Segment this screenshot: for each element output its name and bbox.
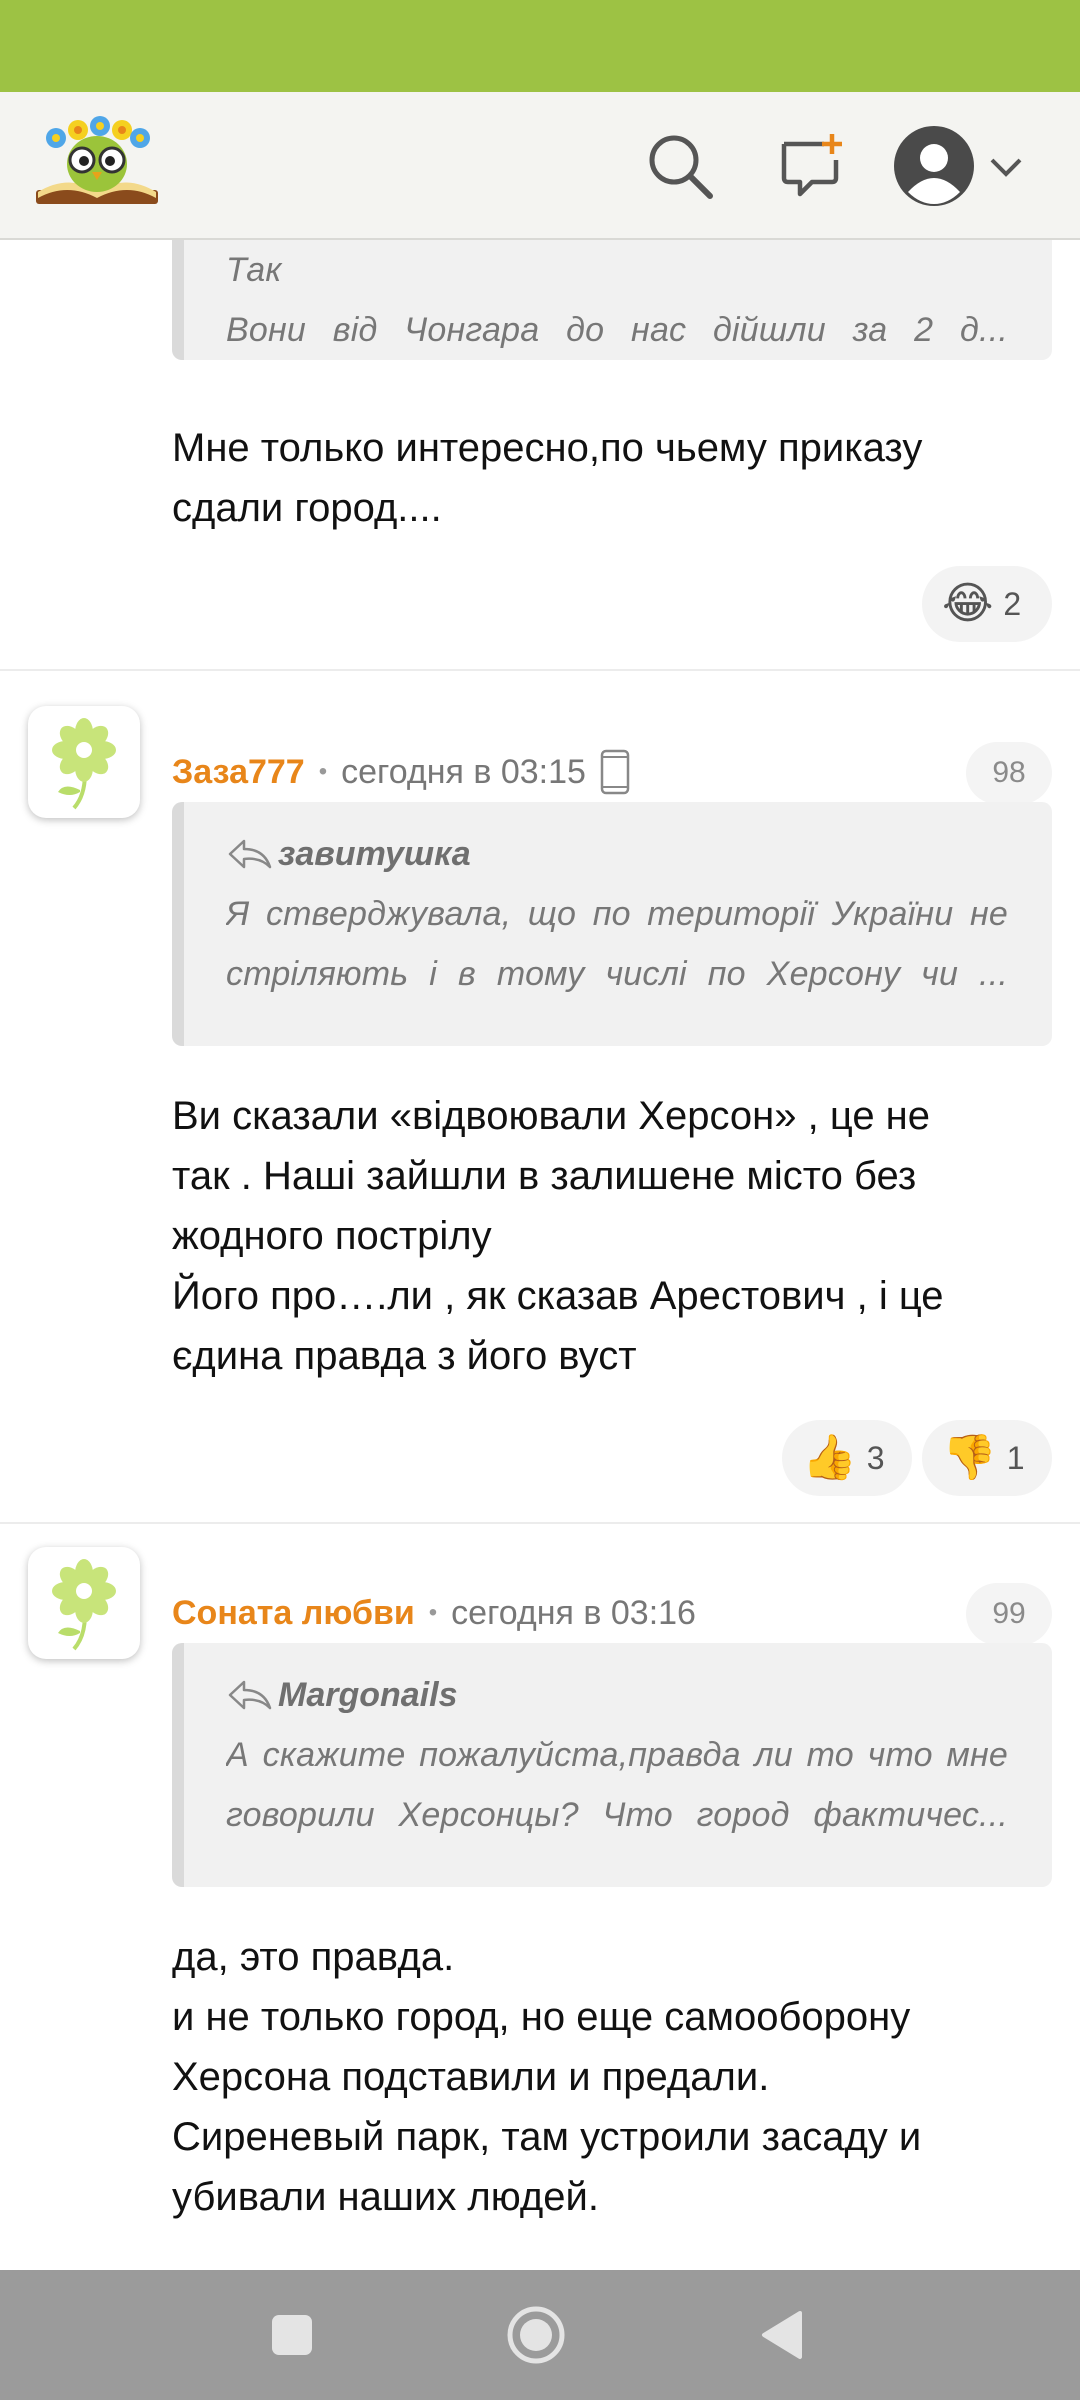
comment-quote: Так Вони від Чонгара до нас дійшли за 2 …	[172, 240, 1052, 360]
quote-line: говорили Херсонцы? Что город фактичес...	[226, 1796, 1008, 1834]
comment-text: Мне только интересно,по чьему приказу сд…	[172, 426, 923, 530]
reaction-count: 1	[1006, 1439, 1025, 1476]
comment-divider	[0, 669, 1080, 671]
avatar[interactable]	[28, 1547, 140, 1659]
quote-line: стріляють і в тому числі по Херсону чи .…	[226, 955, 1008, 993]
square-icon[interactable]	[252, 2295, 332, 2375]
mobile-phone-icon	[600, 749, 630, 795]
reaction-count: 3	[866, 1439, 885, 1476]
quote-line: Я стверджувала, що по території України …	[226, 895, 1008, 933]
comment-time: сегодня в 03:16	[451, 1593, 696, 1632]
quote-line: Так	[226, 251, 282, 289]
quote-author: завитушка	[226, 824, 1008, 884]
reply-arrow-icon	[228, 1680, 272, 1710]
comment-author[interactable]: Заза777	[172, 753, 305, 792]
comment-number-badge[interactable]: 98	[966, 742, 1052, 804]
comment-author[interactable]: Соната любви	[172, 1594, 415, 1633]
quote-line: Вони від Чонгара до нас дійшли за 2 д...	[226, 311, 1008, 349]
circle-icon[interactable]	[496, 2295, 576, 2375]
meta-separator: •	[428, 1599, 438, 1626]
dislike-reaction[interactable]: 👎 1	[922, 1420, 1052, 1496]
system-nav-bar	[0, 2270, 1080, 2400]
new-message-icon[interactable]	[768, 122, 856, 210]
profile-menu-button[interactable]	[892, 122, 1042, 210]
quote-text: Я стверджувала, що по території України …	[226, 884, 1008, 1004]
thumbs-up-icon: 👍	[802, 1433, 857, 1482]
flower-avatar-icon	[52, 718, 116, 810]
chevron-down-icon	[990, 158, 1022, 177]
triangle-back-icon[interactable]	[742, 2295, 822, 2375]
quote-author-name: Margonails	[278, 1675, 458, 1714]
comment-text: Ви сказали «відвоювали Херсон» , це не т…	[172, 1094, 944, 1378]
meta-separator: •	[318, 758, 328, 785]
laughing-face-icon: 😂	[942, 579, 994, 628]
comment-quote[interactable]: завитушка Я стверджувала, що по територі…	[172, 802, 1052, 1046]
comment-time: сегодня в 03:15	[341, 752, 586, 791]
quote-author: Margonails	[226, 1665, 1008, 1725]
quote-line: А скажите пожалуйста,правда ли то что мн…	[226, 1736, 1008, 1774]
like-reaction[interactable]: 👍 3	[782, 1420, 912, 1496]
owl-book-logo-icon[interactable]	[32, 108, 162, 220]
comment-text: да, это правда. и не только город, но ещ…	[172, 1935, 922, 2219]
user-avatar-icon	[894, 126, 974, 206]
laughing-reaction[interactable]: 😂 2	[922, 566, 1052, 642]
comment-meta: Заза777 • сегодня в 03:15	[172, 742, 630, 802]
reply-arrow-icon	[228, 839, 272, 869]
thumbs-down-icon: 👎	[942, 1433, 997, 1482]
search-icon[interactable]	[636, 122, 724, 210]
comment-divider	[0, 1522, 1080, 1524]
reaction-count: 2	[1003, 585, 1022, 622]
quote-author-name: завитушка	[278, 834, 471, 873]
quote-text: Так Вони від Чонгара до нас дійшли за 2 …	[226, 240, 1008, 360]
comment-feed[interactable]: Так Вони від Чонгара до нас дійшли за 2 …	[0, 240, 1080, 2270]
comment-quote[interactable]: Margonails А скажите пожалуйста,правда л…	[172, 1643, 1052, 1887]
comment-meta: Соната любви • сегодня в 03:16	[172, 1583, 696, 1643]
status-bar	[0, 0, 1080, 92]
avatar[interactable]	[28, 706, 140, 818]
flower-avatar-icon	[52, 1559, 116, 1651]
quote-text: А скажите пожалуйста,правда ли то что мн…	[226, 1725, 1008, 1845]
app-header	[0, 92, 1080, 240]
comment-number-badge[interactable]: 99	[966, 1583, 1052, 1645]
